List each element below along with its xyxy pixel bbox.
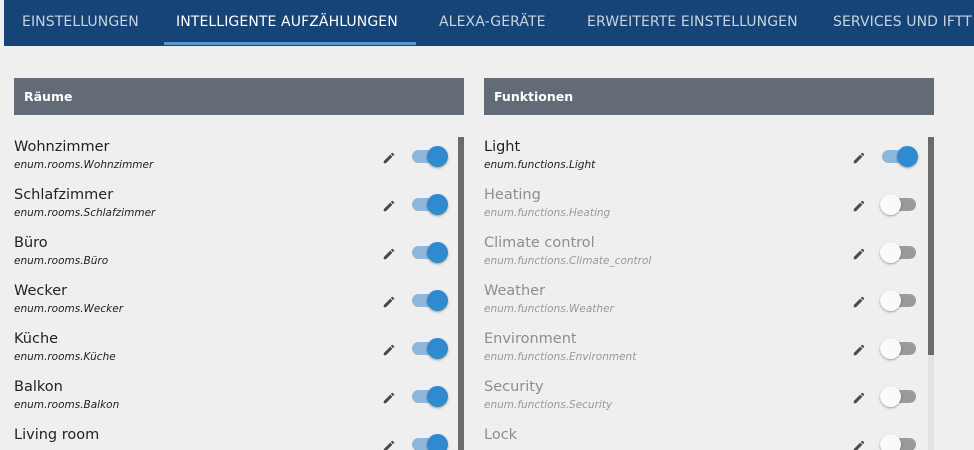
- toggle-knob: [427, 290, 448, 311]
- tab-intelligente-aufzaehlungen[interactable]: INTELLIGENTE AUFZÄHLUNGEN: [176, 0, 398, 46]
- functions-scrollbar[interactable]: [928, 137, 934, 450]
- toggle-knob: [427, 338, 448, 359]
- item-label: Security: [484, 379, 544, 395]
- enable-toggle[interactable]: [410, 144, 450, 168]
- rooms-panel-title: Räume: [14, 78, 464, 115]
- enable-toggle[interactable]: [880, 192, 920, 216]
- enable-toggle[interactable]: [410, 240, 450, 264]
- rooms-row-schlafzimmer: Schlafzimmer enum.rooms.Schlafzimmer: [14, 184, 460, 232]
- rooms-list: Wohnzimmer enum.rooms.Wohnzimmer Schlafzim…: [14, 136, 460, 450]
- item-label: Büro: [14, 235, 48, 251]
- item-enum-id: enum.functions.Security: [484, 399, 613, 411]
- enable-toggle[interactable]: [880, 144, 920, 168]
- enable-toggle[interactable]: [880, 288, 920, 312]
- functions-row-weather: Weather enum.functions.Weather: [484, 280, 930, 328]
- enable-toggle[interactable]: [410, 432, 450, 450]
- pencil-icon[interactable]: [852, 342, 866, 356]
- pencil-icon[interactable]: [382, 294, 396, 308]
- functions-panel-title: Funktionen: [484, 78, 934, 115]
- pencil-icon[interactable]: [852, 198, 866, 212]
- toggle-knob: [880, 338, 901, 359]
- item-enum-id: enum.functions.Heating: [484, 207, 611, 219]
- enable-toggle[interactable]: [880, 240, 920, 264]
- item-label: Wohnzimmer: [14, 139, 110, 155]
- functions-row-lock: Lock: [484, 424, 930, 450]
- toggle-knob: [880, 434, 901, 450]
- pencil-icon[interactable]: [852, 150, 866, 164]
- enable-toggle[interactable]: [880, 432, 920, 450]
- item-enum-id: enum.rooms.Wecker: [14, 303, 124, 315]
- toggle-knob: [427, 242, 448, 263]
- item-enum-id: enum.rooms.Wohnzimmer: [14, 159, 154, 171]
- enable-toggle[interactable]: [410, 192, 450, 216]
- item-enum-id: enum.functions.Light: [484, 159, 596, 171]
- pencil-icon[interactable]: [382, 246, 396, 260]
- item-label: Lock: [484, 427, 518, 443]
- item-label: Küche: [14, 331, 59, 347]
- tab-einstellungen[interactable]: EINSTELLUNGEN: [22, 0, 139, 46]
- item-enum-id: enum.rooms.Büro: [14, 255, 109, 267]
- item-label: Balkon: [14, 379, 63, 395]
- tab-bar: EINSTELLUNGEN INTELLIGENTE AUFZÄHLUNGEN …: [4, 0, 974, 46]
- functions-row-climate-control: Climate control enum.functions.Climate_co…: [484, 232, 930, 280]
- rooms-row-k-che: Küche enum.rooms.Küche: [14, 328, 460, 376]
- tab-services-und-iftt[interactable]: SERVICES UND IFTT: [833, 0, 972, 46]
- pencil-icon[interactable]: [852, 438, 866, 450]
- item-enum-id: enum.functions.Weather: [484, 303, 614, 315]
- toggle-knob: [427, 386, 448, 407]
- enable-toggle[interactable]: [880, 336, 920, 360]
- pencil-icon[interactable]: [382, 390, 396, 404]
- enable-toggle[interactable]: [410, 336, 450, 360]
- item-enum-id: enum.rooms.Küche: [14, 351, 116, 363]
- active-tab-indicator: [164, 42, 416, 45]
- item-enum-id: enum.rooms.Schlafzimmer: [14, 207, 156, 219]
- rooms-panel: Räume Wohnzimmer enum.rooms.Wohnzimmer Sch…: [14, 78, 464, 450]
- item-label: Climate control: [484, 235, 595, 251]
- toggle-knob: [880, 194, 901, 215]
- toggle-knob: [897, 146, 918, 167]
- pencil-icon[interactable]: [382, 150, 396, 164]
- tab-erweiterte-einstellungen[interactable]: ERWEITERTE EINSTELLUNGEN: [587, 0, 798, 46]
- pencil-icon[interactable]: [852, 390, 866, 404]
- rooms-scrollbar-thumb[interactable]: [458, 137, 464, 450]
- toggle-knob: [880, 290, 901, 311]
- functions-scrollbar-thumb[interactable]: [928, 137, 934, 355]
- pencil-icon[interactable]: [852, 294, 866, 308]
- rooms-scrollbar[interactable]: [458, 137, 464, 450]
- pencil-icon[interactable]: [852, 246, 866, 260]
- functions-row-heating: Heating enum.functions.Heating: [484, 184, 930, 232]
- functions-row-security: Security enum.functions.Security: [484, 376, 930, 424]
- toggle-knob: [427, 434, 448, 450]
- pencil-icon[interactable]: [382, 198, 396, 212]
- rooms-row-balkon: Balkon enum.rooms.Balkon: [14, 376, 460, 424]
- pencil-icon[interactable]: [382, 438, 396, 450]
- item-label: Light: [484, 139, 521, 155]
- rooms-row-b-ro: Büro enum.rooms.Büro: [14, 232, 460, 280]
- enable-toggle[interactable]: [410, 384, 450, 408]
- item-label: Heating: [484, 187, 541, 203]
- rooms-row-wecker: Wecker enum.rooms.Wecker: [14, 280, 460, 328]
- tab-alexa-geraete[interactable]: ALEXA-GERÄTE: [439, 0, 546, 46]
- item-label: Schlafzimmer: [14, 187, 114, 203]
- functions-row-environment: Environment enum.functions.Environment: [484, 328, 930, 376]
- item-label: Environment: [484, 331, 577, 347]
- pencil-icon[interactable]: [382, 342, 396, 356]
- item-enum-id: enum.rooms.Balkon: [14, 399, 120, 411]
- item-enum-id: enum.functions.Climate_control: [484, 255, 652, 267]
- functions-row-light: Light enum.functions.Light: [484, 136, 930, 184]
- rooms-row-living-room: Living room: [14, 424, 460, 450]
- enable-toggle[interactable]: [410, 288, 450, 312]
- item-label: Living room: [14, 427, 100, 443]
- enable-toggle[interactable]: [880, 384, 920, 408]
- rooms-row-wohnzimmer: Wohnzimmer enum.rooms.Wohnzimmer: [14, 136, 460, 184]
- toggle-knob: [880, 386, 901, 407]
- toggle-knob: [880, 242, 901, 263]
- toggle-knob: [427, 194, 448, 215]
- functions-list: Light enum.functions.Light Heating enum.fun…: [484, 136, 930, 450]
- item-enum-id: enum.functions.Environment: [484, 351, 637, 363]
- toggle-knob: [427, 146, 448, 167]
- item-label: Weather: [484, 283, 546, 299]
- item-label: Wecker: [14, 283, 68, 299]
- functions-panel: Funktionen Light enum.functions.Light Heat…: [484, 78, 934, 450]
